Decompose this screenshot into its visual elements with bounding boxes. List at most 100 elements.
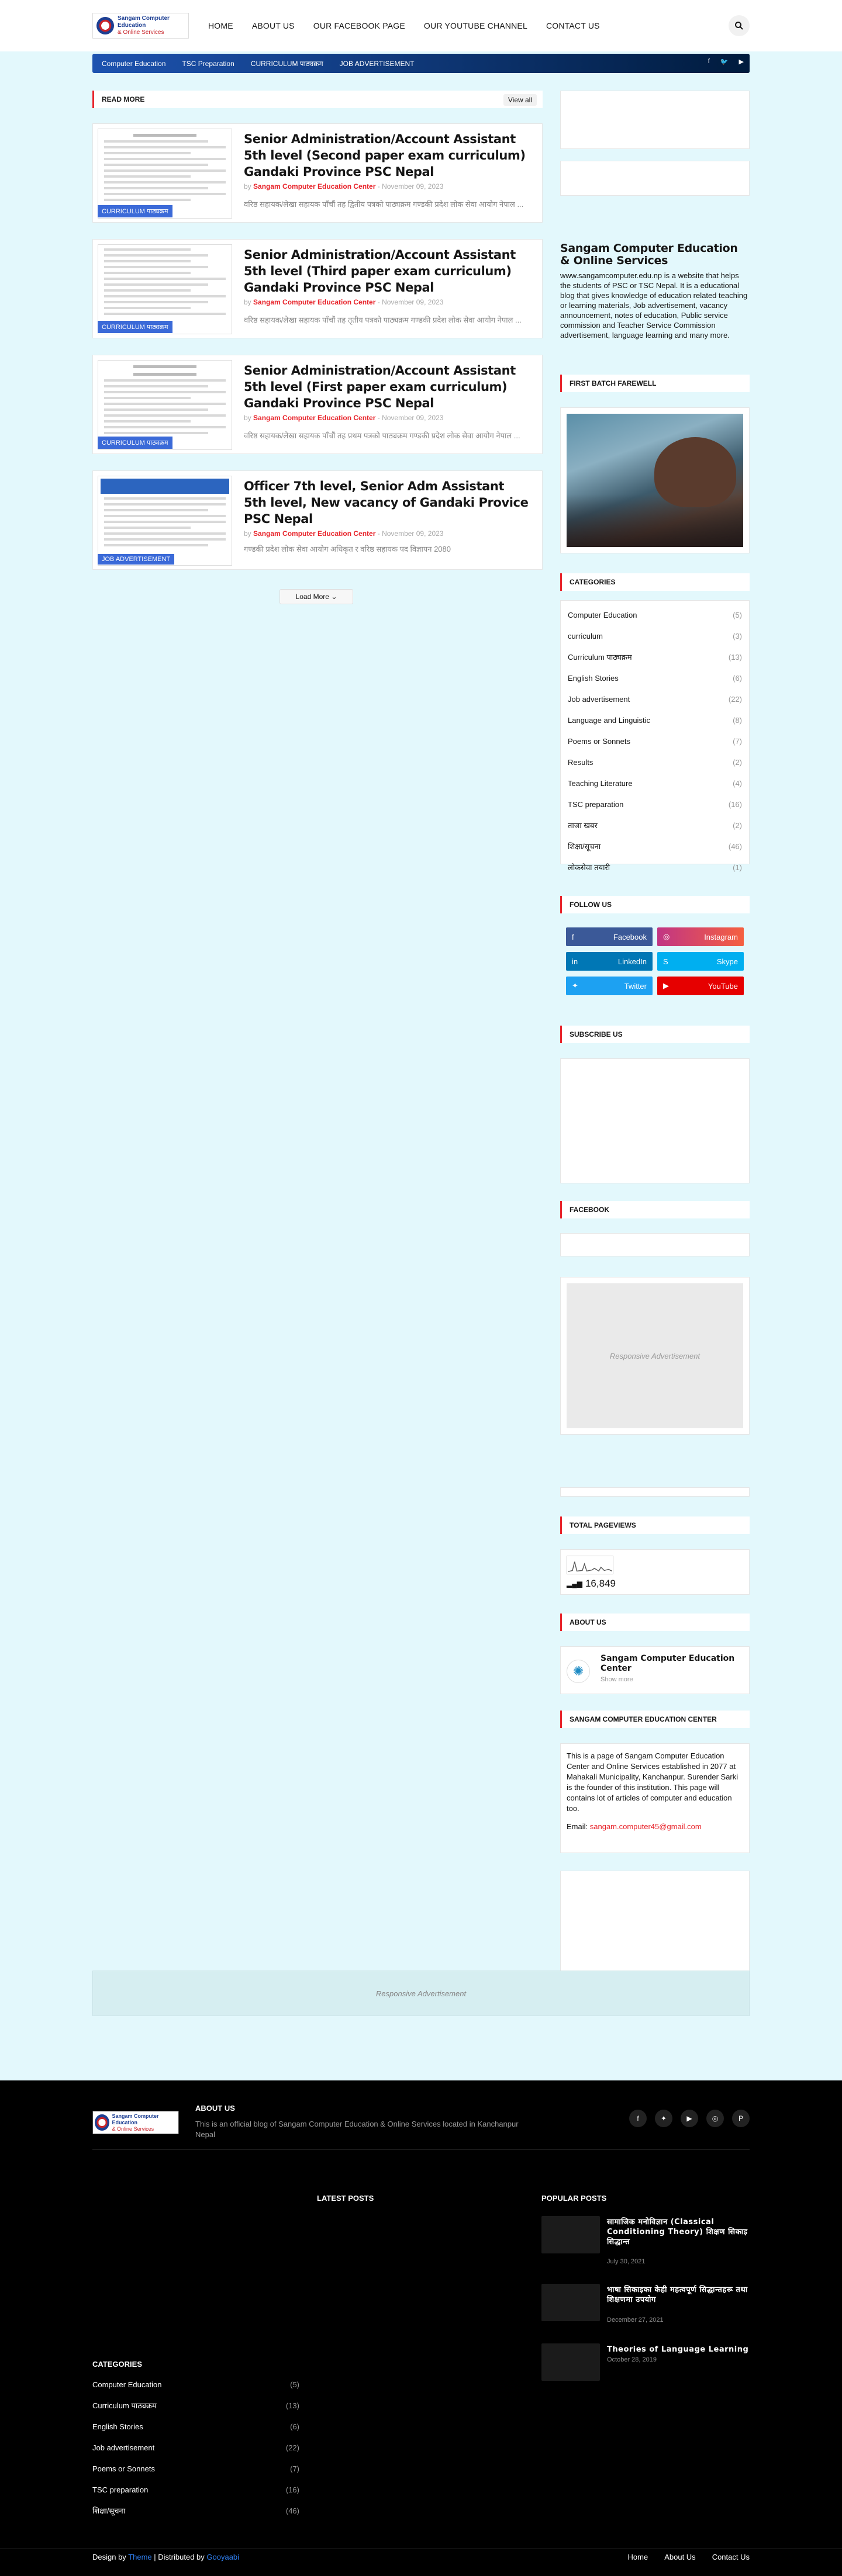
follow-skype-button[interactable]: S Skype xyxy=(657,952,744,971)
gooyaabi-link[interactable]: Gooyaabi xyxy=(206,2553,239,2561)
footer-link-contact[interactable]: Contact Us xyxy=(712,2553,750,2561)
follow-twitter-button[interactable]: ✦ Twitter xyxy=(566,977,653,995)
post-title[interactable]: Senior Administration/Account Assistant … xyxy=(244,131,530,180)
theme-link[interactable]: Theme xyxy=(128,2553,151,2561)
main-content: READ MORE View all CURRICULUM पाठ्यक्रम … xyxy=(92,91,543,604)
post-author[interactable]: Sangam Computer Education Center xyxy=(253,414,375,422)
category-item[interactable]: Results (2) xyxy=(561,752,749,773)
post-author[interactable]: Sangam Computer Education Center xyxy=(253,298,375,306)
follow-youtube-button[interactable]: ▶ YouTube xyxy=(657,977,744,995)
view-all-link[interactable]: View all xyxy=(503,94,537,106)
category-item[interactable]: Language and Linguistic (8) xyxy=(561,709,749,730)
profile-name[interactable]: Sangam Computer Education Center xyxy=(601,1654,741,1674)
popular-post-title[interactable]: भाषा सिकाइका केही महत्वपूर्ण सिद्धान्तहर… xyxy=(607,2285,750,2305)
post-tag[interactable]: CURRICULUM पाठ्यक्रम xyxy=(98,205,172,217)
category-item[interactable]: Poems or Sonnets (7) xyxy=(561,730,749,752)
menu-tsc-preparation[interactable]: TSC Preparation xyxy=(182,60,234,68)
follow-heading: FOLLOW US xyxy=(560,896,750,913)
youtube-icon[interactable]: ▶ xyxy=(739,58,744,65)
post-tag[interactable]: JOB ADVERTISEMENT xyxy=(98,554,175,565)
nav-youtube-channel[interactable]: OUR YOUTUBE CHANNEL xyxy=(424,21,527,30)
post-thumbnail[interactable] xyxy=(98,476,232,566)
footer-link-home[interactable]: Home xyxy=(628,2553,648,2561)
footer-category-item[interactable]: Job advertisement (22) xyxy=(92,2437,299,2458)
load-more-button[interactable]: Load More ⌄ xyxy=(279,589,353,604)
popular-post-title[interactable]: सामाजिक मनोविज्ञान (Classical Conditioni… xyxy=(607,2217,750,2247)
post-title[interactable]: Officer 7th level, Senior Adm Assistant … xyxy=(244,478,530,527)
post-snippet: वरिष्ठ सहायक/लेखा सहायक पाँचौं तह द्विती… xyxy=(244,200,524,209)
facebook-icon: f xyxy=(572,932,574,941)
footer-category-item[interactable]: TSC preparation (16) xyxy=(92,2479,299,2500)
post-tag[interactable]: CURRICULUM पाठ्यक्रम xyxy=(98,321,172,333)
popular-post-thumbnail[interactable] xyxy=(541,2284,600,2321)
footer-category-item[interactable]: शिक्षा/सूचना (46) xyxy=(92,2500,299,2521)
popular-post-date: July 30, 2021 xyxy=(607,2258,646,2265)
pinterest-icon[interactable]: P xyxy=(732,2110,750,2127)
pageviews-count: 16,849 xyxy=(585,1578,616,1589)
nav-facebook-page[interactable]: OUR FACEBOOK PAGE xyxy=(313,21,405,30)
nav-contact-us[interactable]: CONTACT US xyxy=(546,21,600,30)
post-card[interactable]: CURRICULUM पाठ्यक्रम Senior Administrati… xyxy=(92,123,543,223)
category-item[interactable]: English Stories (6) xyxy=(561,667,749,688)
popular-post[interactable]: Theories of Language Learning October 28… xyxy=(541,2343,750,2381)
site-header: Sangam Computer Education & Online Servic… xyxy=(0,0,842,51)
post-author[interactable]: Sangam Computer Education Center xyxy=(253,182,375,191)
footer-category-item[interactable]: Computer Education (5) xyxy=(92,2374,299,2395)
site-logo[interactable]: Sangam Computer Education & Online Servic… xyxy=(92,13,189,39)
read-more-heading: READ MORE View all xyxy=(92,91,543,108)
category-item[interactable]: Teaching Literature (4) xyxy=(561,773,749,794)
footer-logo-title: Sangam Computer Education xyxy=(112,2113,159,2125)
twitter-icon[interactable]: 🐦 xyxy=(720,58,729,65)
post-title[interactable]: Senior Administration/Account Assistant … xyxy=(244,362,530,411)
post-card[interactable]: JOB ADVERTISEMENT Officer 7th level, Sen… xyxy=(92,470,543,570)
footer-category-item[interactable]: Poems or Sonnets (7) xyxy=(92,2458,299,2479)
category-item[interactable]: Curriculum पाठ्यक्रम (13) xyxy=(561,646,749,667)
menu-job-advertisement[interactable]: JOB ADVERTISEMENT xyxy=(340,60,415,68)
popular-post-thumbnail[interactable] xyxy=(541,2343,600,2381)
footer-logo[interactable]: Sangam Computer Education & Online Servic… xyxy=(92,2111,179,2134)
post-tag[interactable]: CURRICULUM पाठ्यक्रम xyxy=(98,437,172,449)
popular-post[interactable]: भाषा सिकाइका केही महत्वपूर्ण सिद्धान्तहर… xyxy=(541,2284,750,2324)
category-item[interactable]: TSC preparation (16) xyxy=(561,794,749,815)
category-item[interactable]: लोकसेवा तयारी (1) xyxy=(561,857,749,878)
farewell-photo[interactable] xyxy=(567,414,743,547)
menu-computer-education[interactable]: Computer Education xyxy=(102,60,165,68)
category-item[interactable]: Job advertisement (22) xyxy=(561,688,749,709)
category-item[interactable]: Computer Education (5) xyxy=(561,604,749,625)
popular-post-title[interactable]: Theories of Language Learning xyxy=(607,2345,750,2355)
menu-curriculum[interactable]: CURRICULUM पाठ्यक्रम xyxy=(251,58,323,68)
post-card[interactable]: CURRICULUM पाठ्यक्रम Senior Administrati… xyxy=(92,239,543,338)
twitter-icon[interactable]: ✦ xyxy=(655,2110,672,2127)
bottom-responsive-ad: Responsive Advertisement xyxy=(92,1971,750,2016)
category-item[interactable]: ताजा खबर (2) xyxy=(561,815,749,836)
category-item[interactable]: curriculum (3) xyxy=(561,625,749,646)
post-author[interactable]: Sangam Computer Education Center xyxy=(253,529,375,538)
footer-category-item[interactable]: English Stories (6) xyxy=(92,2416,299,2437)
profile-avatar[interactable]: ✺ xyxy=(567,1660,590,1683)
instagram-icon[interactable]: ◎ xyxy=(706,2110,724,2127)
email-link[interactable]: sangam.computer45@gmail.com xyxy=(590,1822,702,1831)
globe-icon: ✺ xyxy=(572,1664,584,1678)
category-menu-bar: Computer Education TSC Preparation CURRI… xyxy=(92,54,750,73)
search-button[interactable] xyxy=(729,15,750,36)
youtube-icon[interactable]: ▶ xyxy=(681,2110,698,2127)
popular-post-thumbnail[interactable] xyxy=(541,2216,600,2253)
facebook-icon[interactable]: f xyxy=(629,2110,647,2127)
follow-instagram-button[interactable]: ◎ Instagram xyxy=(657,927,744,946)
footer-category-item[interactable]: Curriculum पाठ्यक्रम (13) xyxy=(92,2395,299,2416)
popular-post[interactable]: सामाजिक मनोविज्ञान (Classical Conditioni… xyxy=(541,2216,750,2265)
nav-home[interactable]: HOME xyxy=(208,21,233,30)
nav-about-us[interactable]: ABOUT US xyxy=(252,21,295,30)
profile-show-more[interactable]: Show more xyxy=(601,1676,633,1683)
post-snippet: वरिष्ठ सहायक/लेखा सहायक पाँचौं तह प्रथम … xyxy=(244,431,520,440)
footer-link-about[interactable]: About Us xyxy=(664,2553,695,2561)
subscribe-heading: SUBSCRIBE US xyxy=(560,1026,750,1043)
post-title[interactable]: Senior Administration/Account Assistant … xyxy=(244,247,530,296)
follow-linkedin-button[interactable]: in LinkedIn xyxy=(566,952,653,971)
category-item[interactable]: शिक्षा/सूचना (46) xyxy=(561,836,749,857)
post-card[interactable]: CURRICULUM पाठ्यक्रम Senior Administrati… xyxy=(92,355,543,454)
facebook-icon[interactable]: f xyxy=(708,58,710,65)
post-meta: by Sangam Computer Education Center - No… xyxy=(244,529,444,538)
popular-posts-title: POPULAR POSTS xyxy=(541,2194,607,2203)
follow-facebook-button[interactable]: f Facebook xyxy=(566,927,653,946)
